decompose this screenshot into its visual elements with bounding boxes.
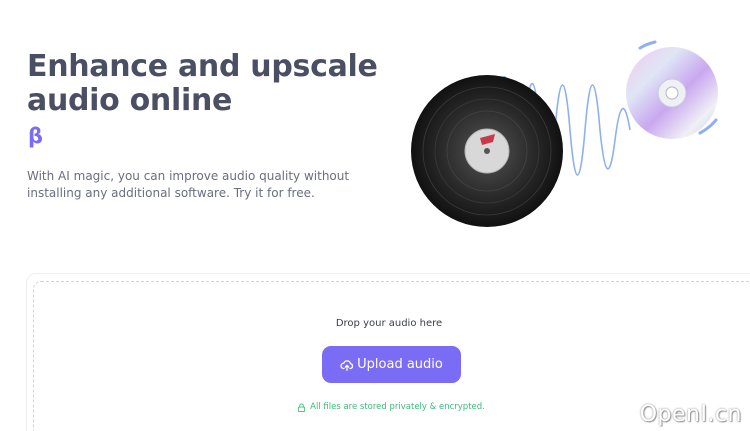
watermark: OpenI.cn [639,402,742,427]
lock-icon [298,402,306,412]
beta-badge: β [28,124,44,148]
cd-disc-icon [626,40,718,139]
hero-description: With AI magic, you can improve audio qua… [27,169,350,200]
page-title: Enhance and upscale audio online [27,49,378,118]
audio-illustration [411,40,718,227]
privacy-note: All files are stored privately & encrypt… [0,402,750,412]
privacy-text: All files are stored privately & encrypt… [310,402,485,412]
upload-cloud-icon [340,359,354,371]
vinyl-record-icon [411,75,563,227]
upload-audio-button[interactable]: Upload audio [322,346,461,383]
upload-button-label: Upload audio [357,357,443,372]
drop-instruction: Drop your audio here [335,318,443,329]
